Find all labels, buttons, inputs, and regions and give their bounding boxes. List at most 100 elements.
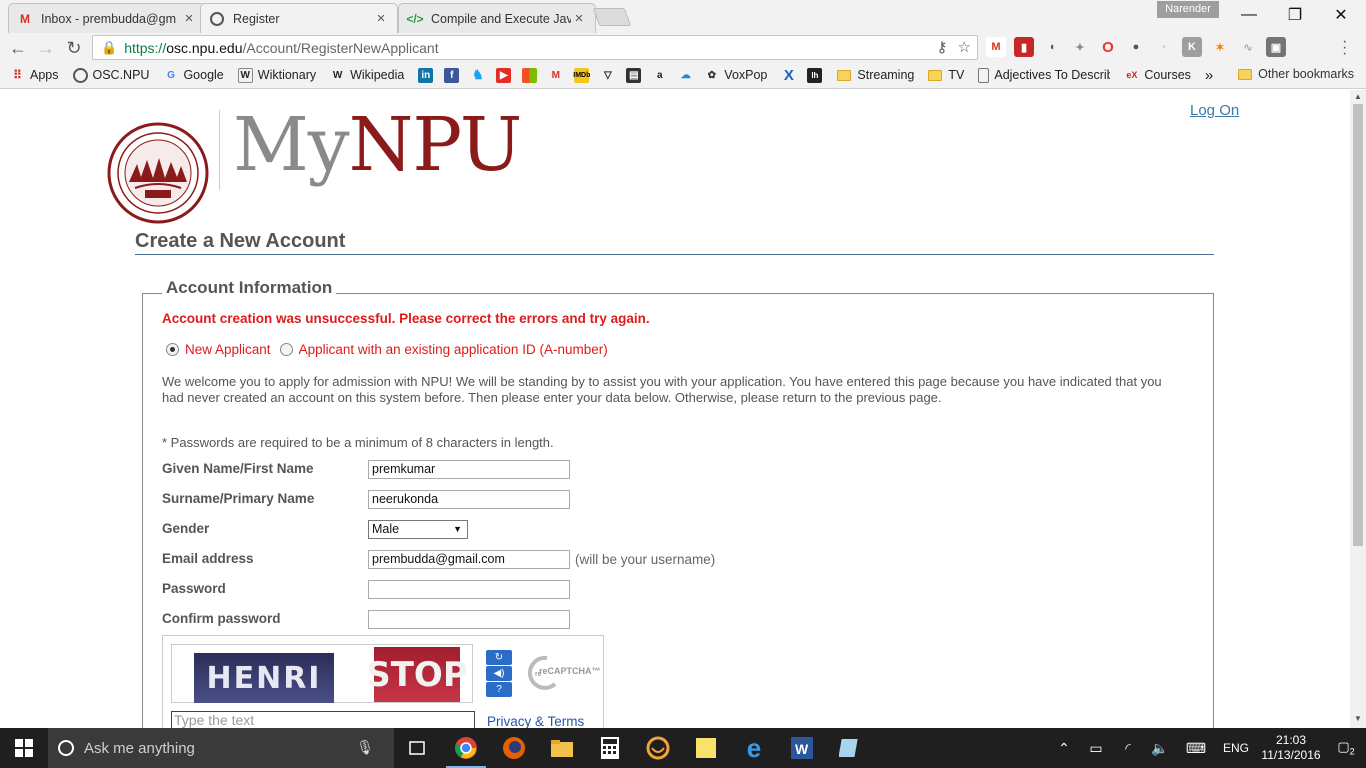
emclient-icon[interactable] [634,728,682,768]
k-extension-icon[interactable]: K [1182,37,1202,57]
bookmark-vshape[interactable]: ▽ [600,68,620,83]
show-hidden-icons-icon[interactable]: ⌃ [1048,740,1080,757]
email-input[interactable]: prembudda@gmail.com [368,550,570,569]
log-on-link[interactable]: Log On [1190,102,1239,119]
graph-extension-icon[interactable]: ∿ [1238,37,1258,57]
bookmark-lh[interactable]: lh [807,67,827,83]
firefox-taskbar-icon[interactable] [490,728,538,768]
bookmark-label: OSC.NPU [92,68,150,82]
cortana-placeholder: Ask me anything [84,739,195,757]
scroll-thumb[interactable] [1353,104,1363,546]
bookmark-wiktionary[interactable]: W Wiktionary [237,67,316,83]
bookmark-x[interactable]: X [781,66,801,84]
bookmark-osc-npu[interactable]: OSC.NPU [72,67,150,83]
amazon-icon: a [657,69,663,81]
bookmark-youtube[interactable]: ▶ [496,67,516,83]
bookmark-shop[interactable]: ▤ [626,67,646,83]
bookmark-linkedin[interactable]: in [418,67,438,83]
close-icon[interactable]: × [571,10,587,27]
bookmark-microsoft[interactable] [522,67,542,83]
puzzle-extension-icon[interactable]: ✦ [1070,37,1090,57]
wifi-icon[interactable]: ◜ [1112,740,1144,757]
notification-center-icon[interactable]: ▢2 [1326,739,1366,757]
microphone-icon[interactable]: 🎙 [356,739,374,756]
bookmark-voxpop[interactable]: ✿ VoxPop [704,68,768,83]
bookmarks-overflow[interactable]: » [1205,67,1213,84]
sticky-notes-icon[interactable] [682,728,730,768]
close-window-icon[interactable]: ✕ [1318,0,1364,30]
refresh-icon[interactable]: ↻ [486,650,512,665]
bookmark-imdb[interactable]: IMDb [573,67,594,83]
confirm-password-input[interactable] [368,610,570,629]
back-icon[interactable]: ← [6,36,30,60]
language-indicator[interactable]: ENG [1216,741,1256,755]
edge-icon[interactable]: e [730,728,778,768]
bookmark-star-icon[interactable]: ☆ [958,38,971,56]
notepad-icon[interactable] [826,728,874,768]
file-explorer-icon[interactable] [538,728,586,768]
radio-existing-applicant[interactable] [279,343,293,356]
bookmark-google[interactable]: G Google [163,68,224,83]
tab-register[interactable]: Register × [200,3,398,33]
gmail-extension-icon[interactable]: M [986,37,1006,57]
bookmark-facebook[interactable]: f [444,67,464,83]
search-extension-icon[interactable]: ◦ [1154,37,1174,57]
captcha-input[interactable]: Type the text [171,711,475,728]
radio-existing-applicant-label[interactable]: Applicant with an existing application I… [299,342,608,357]
tablet-extension-icon[interactable]: ▣ [1266,37,1286,57]
word-icon[interactable]: W [778,728,826,768]
close-icon[interactable]: × [373,10,389,27]
bookmark-apps[interactable]: ⠿ Apps [10,68,58,83]
address-bar[interactable]: 🔒 https://osc.npu.edu/Account/RegisterNe… [92,35,978,60]
tool-extension-icon[interactable]: ✶ [1210,37,1230,57]
radio-new-applicant-label[interactable]: New Applicant [185,342,271,357]
new-tab-button[interactable] [592,8,632,26]
bookmark-amazon[interactable]: a [652,68,672,83]
privacy-terms-link[interactable]: Privacy & Terms [487,714,584,728]
password-input[interactable] [368,580,570,599]
surname-input[interactable]: neerukonda [368,490,570,509]
bookmark-tv[interactable]: TV [928,68,964,82]
scroll-down-icon[interactable]: ▼ [1354,714,1362,723]
bookmark-wikipedia[interactable]: W Wikipedia [330,68,404,83]
audio-icon[interactable]: ◀) [486,666,512,681]
calculator-icon[interactable] [586,728,634,768]
tab-inbox[interactable]: M Inbox - prembudda@gm × [8,3,206,33]
first-name-input[interactable]: premkumar [368,460,570,479]
bookmark-twitter[interactable]: ♞ [470,67,490,83]
chrome-taskbar-icon[interactable] [442,728,490,768]
audio-extension-icon[interactable]: ◖ [1042,37,1062,57]
bulb-extension-icon[interactable]: ● [1126,37,1146,57]
help-icon[interactable]: ? [486,682,512,697]
bookmark-courses[interactable]: eX Courses [1124,68,1191,83]
bookmark-gmail[interactable]: M [548,68,568,83]
close-icon[interactable]: × [181,10,197,27]
other-bookmarks[interactable]: Other bookmarks [1238,67,1354,81]
key-icon[interactable]: ⚷ [937,38,948,56]
menu-icon[interactable]: · · · [1342,34,1347,62]
windows-start-icon[interactable] [0,728,48,768]
scroll-up-icon[interactable]: ▲ [1354,92,1362,101]
restore-icon[interactable]: ❐ [1272,0,1318,30]
clock[interactable]: 21:03 11/13/2016 [1256,733,1326,763]
browser-tabstrip: M Inbox - prembudda@gm × Register × </> … [0,0,1366,33]
volume-icon[interactable]: 🔈 [1144,740,1176,757]
profile-name[interactable]: Narender [1157,1,1219,18]
book-extension-icon[interactable]: ▮ [1014,37,1034,57]
keyboard-icon[interactable]: ⌨ [1176,740,1216,757]
reload-icon[interactable]: ↻ [62,36,86,60]
radio-new-applicant[interactable] [166,343,179,356]
cortana-search[interactable]: Ask me anything 🎙 [48,728,394,768]
forward-icon[interactable]: → [34,36,58,60]
tab-compile[interactable]: </> Compile and Execute Jav × [398,3,596,33]
bookmark-adjectives[interactable]: Adjectives To Describe [978,67,1110,83]
page-scrollbar[interactable]: ▲ ▼ [1350,90,1366,728]
minimize-icon[interactable]: — [1226,0,1272,30]
battery-icon[interactable]: ▭ [1080,740,1112,757]
task-view-icon[interactable] [394,728,442,768]
opera-extension-icon[interactable]: O [1098,37,1118,57]
bookmark-weather[interactable]: ☁ [678,68,698,83]
gender-select[interactable]: Male ▼ [368,520,468,539]
x-icon: X [783,66,794,84]
bookmark-streaming[interactable]: Streaming [837,68,914,82]
